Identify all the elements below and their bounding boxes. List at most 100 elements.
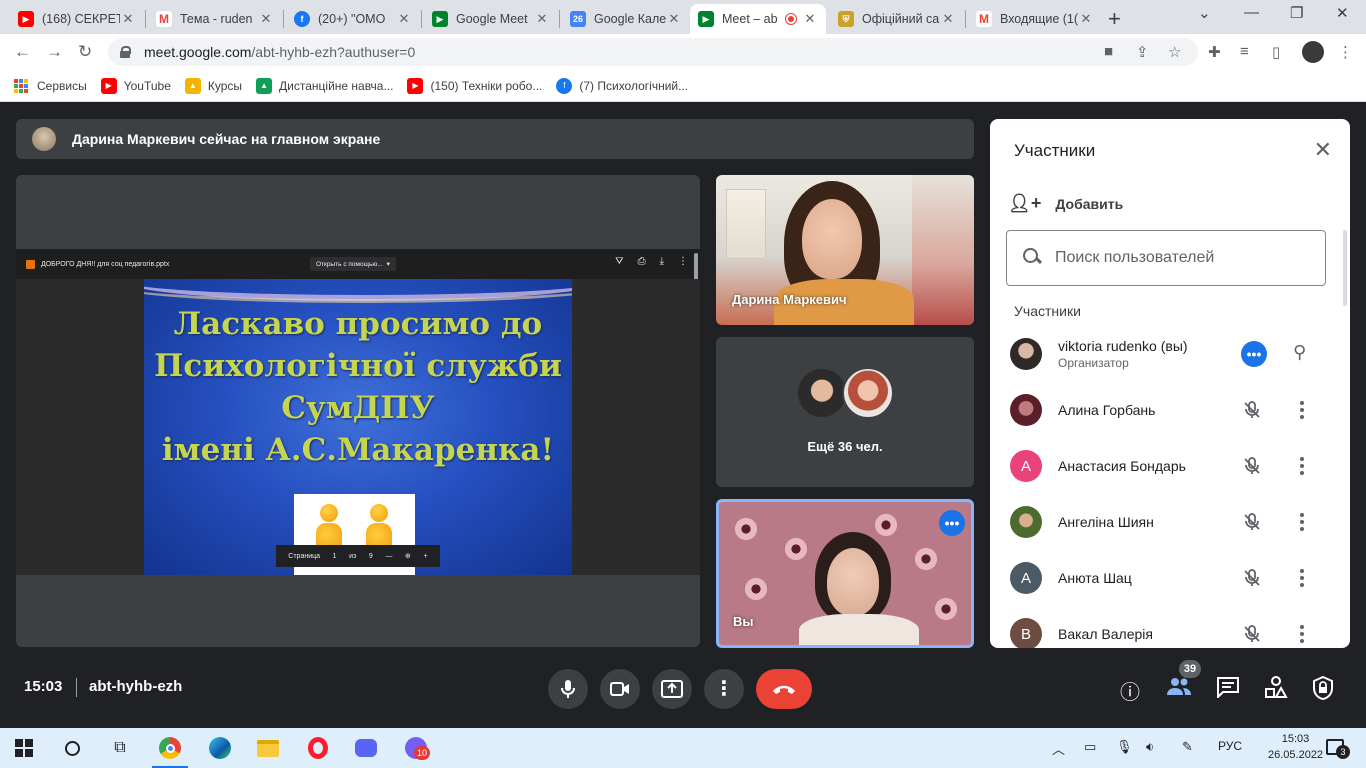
- main-presentation-tile[interactable]: ДОБРОГО ДНЯ!! для соц педагогів.pptx Отк…: [16, 175, 700, 647]
- maximize-button[interactable]: ❐: [1290, 4, 1303, 22]
- add-to-drive-icon[interactable]: ⛛: [615, 256, 623, 267]
- bookmark-courses[interactable]: ▲ Курсы: [184, 77, 242, 94]
- browser-tab[interactable]: 26 Google Кален ✕: [562, 4, 690, 34]
- zoom-out-icon[interactable]: —: [385, 553, 392, 560]
- browser-tab-active[interactable]: ▶ Meet – ab ✕: [690, 4, 826, 34]
- edge-icon[interactable]: [208, 736, 232, 760]
- address-bar[interactable]: meet.google.com/abt-hyhb-ezh?authuser=0: [108, 38, 1198, 66]
- chat-icon[interactable]: [1216, 676, 1240, 704]
- browser-tab[interactable]: M Входящие (1( ✕: [968, 4, 1102, 34]
- notifications-icon[interactable]: 3: [1326, 739, 1350, 759]
- bookmark-youtube[interactable]: ▶ YouTube: [100, 77, 171, 94]
- volume-icon[interactable]: 🔉︎: [1146, 739, 1154, 755]
- bookmark-distance-learning[interactable]: ▲ Дистанційне навча...: [256, 77, 393, 94]
- close-icon[interactable]: ✕: [534, 11, 550, 27]
- mic-off-icon[interactable]: [1242, 400, 1262, 420]
- close-window-button[interactable]: ✕: [1336, 4, 1349, 22]
- opera-icon[interactable]: [306, 736, 330, 760]
- download-icon[interactable]: ⤓: [660, 256, 664, 267]
- back-arrow-icon[interactable]: ←: [14, 42, 31, 62]
- tile-more-options-button[interactable]: •••: [939, 510, 965, 536]
- participant-tile-daryna[interactable]: Дарина Маркевич: [716, 175, 974, 325]
- chevron-up-icon[interactable]: ︿: [1052, 739, 1065, 758]
- side-panel-icon[interactable]: ▯: [1272, 43, 1280, 61]
- participant-row-self[interactable]: viktoria rudenko (вы) Организатор ••• ⚲: [990, 326, 1340, 382]
- close-icon[interactable]: ✕: [258, 11, 274, 27]
- mic-off-icon[interactable]: [1242, 568, 1262, 588]
- participant-row[interactable]: Ангеліна Шиян: [990, 494, 1340, 550]
- add-people-button[interactable]: 👤︎+ Добавить: [1008, 193, 1123, 214]
- viber-icon[interactable]: 10: [404, 736, 430, 760]
- profile-avatar[interactable]: [1302, 41, 1324, 63]
- browser-tab[interactable]: ▶ (168) СЕКРЕТ ✕: [10, 4, 144, 34]
- mic-off-icon[interactable]: [1242, 456, 1262, 476]
- zoom-icon[interactable]: ⊕: [405, 552, 411, 560]
- host-controls-icon[interactable]: [1312, 675, 1334, 706]
- zoom-in-icon[interactable]: +: [424, 553, 428, 560]
- browser-tab[interactable]: ⛨ Офіційний са ✕: [830, 4, 964, 34]
- participant-row[interactable]: В Вакал Валерія: [990, 606, 1340, 648]
- info-icon[interactable]: ⓘ: [1120, 676, 1140, 705]
- bookmark-youtube-techniques[interactable]: ▶ (150) Техніки робо...: [407, 77, 542, 94]
- leave-call-button[interactable]: [756, 669, 812, 709]
- forward-arrow-icon[interactable]: →: [46, 42, 63, 62]
- close-icon[interactable]: ✕: [1314, 137, 1332, 163]
- print-icon[interactable]: ⎙: [638, 256, 646, 267]
- new-tab-button[interactable]: +: [1108, 6, 1121, 32]
- browser-tab[interactable]: M Тема - ruden ✕: [148, 4, 282, 34]
- participant-row[interactable]: А Анюта Шац: [990, 550, 1340, 606]
- more-participants-tile[interactable]: Ещё 36 чел.: [716, 337, 974, 487]
- share-icon[interactable]: ⇪: [1136, 43, 1149, 61]
- present-screen-button[interactable]: [652, 669, 692, 709]
- pin-icon[interactable]: ⚲: [1293, 342, 1306, 363]
- file-explorer-icon[interactable]: [256, 736, 280, 760]
- browser-tab[interactable]: f (20+) "ОМО ✕: [286, 4, 420, 34]
- panel-scrollbar[interactable]: [1343, 230, 1347, 306]
- search-field[interactable]: [1006, 230, 1326, 286]
- extensions-icon[interactable]: ✚: [1208, 43, 1221, 61]
- close-icon[interactable]: ✕: [802, 11, 818, 27]
- more-vert-icon[interactable]: [1292, 568, 1312, 588]
- mic-off-icon[interactable]: [1242, 512, 1262, 532]
- search-icon[interactable]: [60, 736, 84, 760]
- minimize-button[interactable]: —: [1244, 4, 1259, 21]
- microphone-tray-icon[interactable]: 🎙︎: [1116, 739, 1133, 755]
- people-icon[interactable]: [1166, 676, 1192, 702]
- viewer-scrollbar[interactable]: [694, 253, 698, 281]
- task-view-icon[interactable]: ⧉: [108, 736, 132, 760]
- participant-row[interactable]: Алина Горбань: [990, 382, 1340, 438]
- close-icon[interactable]: ✕: [120, 11, 136, 27]
- search-input[interactable]: [1055, 249, 1315, 267]
- close-icon[interactable]: ✕: [666, 11, 682, 27]
- bookmark-star-icon[interactable]: ☆: [1168, 43, 1181, 61]
- language-indicator[interactable]: РУС: [1218, 739, 1242, 753]
- tab-search-chevron-icon[interactable]: ⌄: [1198, 4, 1211, 22]
- more-options-button[interactable]: ⋮: [704, 669, 744, 709]
- browser-tab[interactable]: ▶ Google Meet ✕: [424, 4, 558, 34]
- more-vert-icon[interactable]: [1292, 624, 1312, 644]
- participant-row[interactable]: А Анастасия Бондарь: [990, 438, 1340, 494]
- battery-icon[interactable]: ▭: [1084, 739, 1096, 755]
- windows-start-icon[interactable]: [12, 736, 36, 760]
- camera-button[interactable]: [600, 669, 640, 709]
- bookmark-facebook-psych[interactable]: f (7) Психологічний...: [556, 77, 688, 94]
- chrome-icon[interactable]: [152, 736, 188, 768]
- close-icon[interactable]: ✕: [940, 11, 956, 27]
- bookmark-apps[interactable]: Сервисы: [14, 78, 87, 93]
- more-vert-icon[interactable]: ⋮: [678, 256, 688, 267]
- discord-icon[interactable]: [354, 736, 378, 760]
- reload-icon[interactable]: ↻: [78, 42, 92, 62]
- close-icon[interactable]: ✕: [1078, 11, 1094, 27]
- open-with-button[interactable]: Открыть с помощью... ▾: [310, 257, 396, 271]
- close-icon[interactable]: ✕: [396, 11, 412, 27]
- browser-menu-icon[interactable]: ⋮: [1338, 43, 1353, 61]
- pen-icon[interactable]: ✎: [1182, 739, 1193, 755]
- system-clock[interactable]: 15:03 26.05.2022: [1268, 731, 1323, 763]
- lock-icon[interactable]: [120, 46, 131, 58]
- camera-icon[interactable]: ■: [1104, 43, 1113, 60]
- more-vert-icon[interactable]: [1292, 456, 1312, 476]
- microphone-button[interactable]: [548, 669, 588, 709]
- more-vert-icon[interactable]: [1292, 512, 1312, 532]
- more-options-button[interactable]: •••: [1241, 341, 1267, 367]
- activities-icon[interactable]: [1264, 676, 1288, 704]
